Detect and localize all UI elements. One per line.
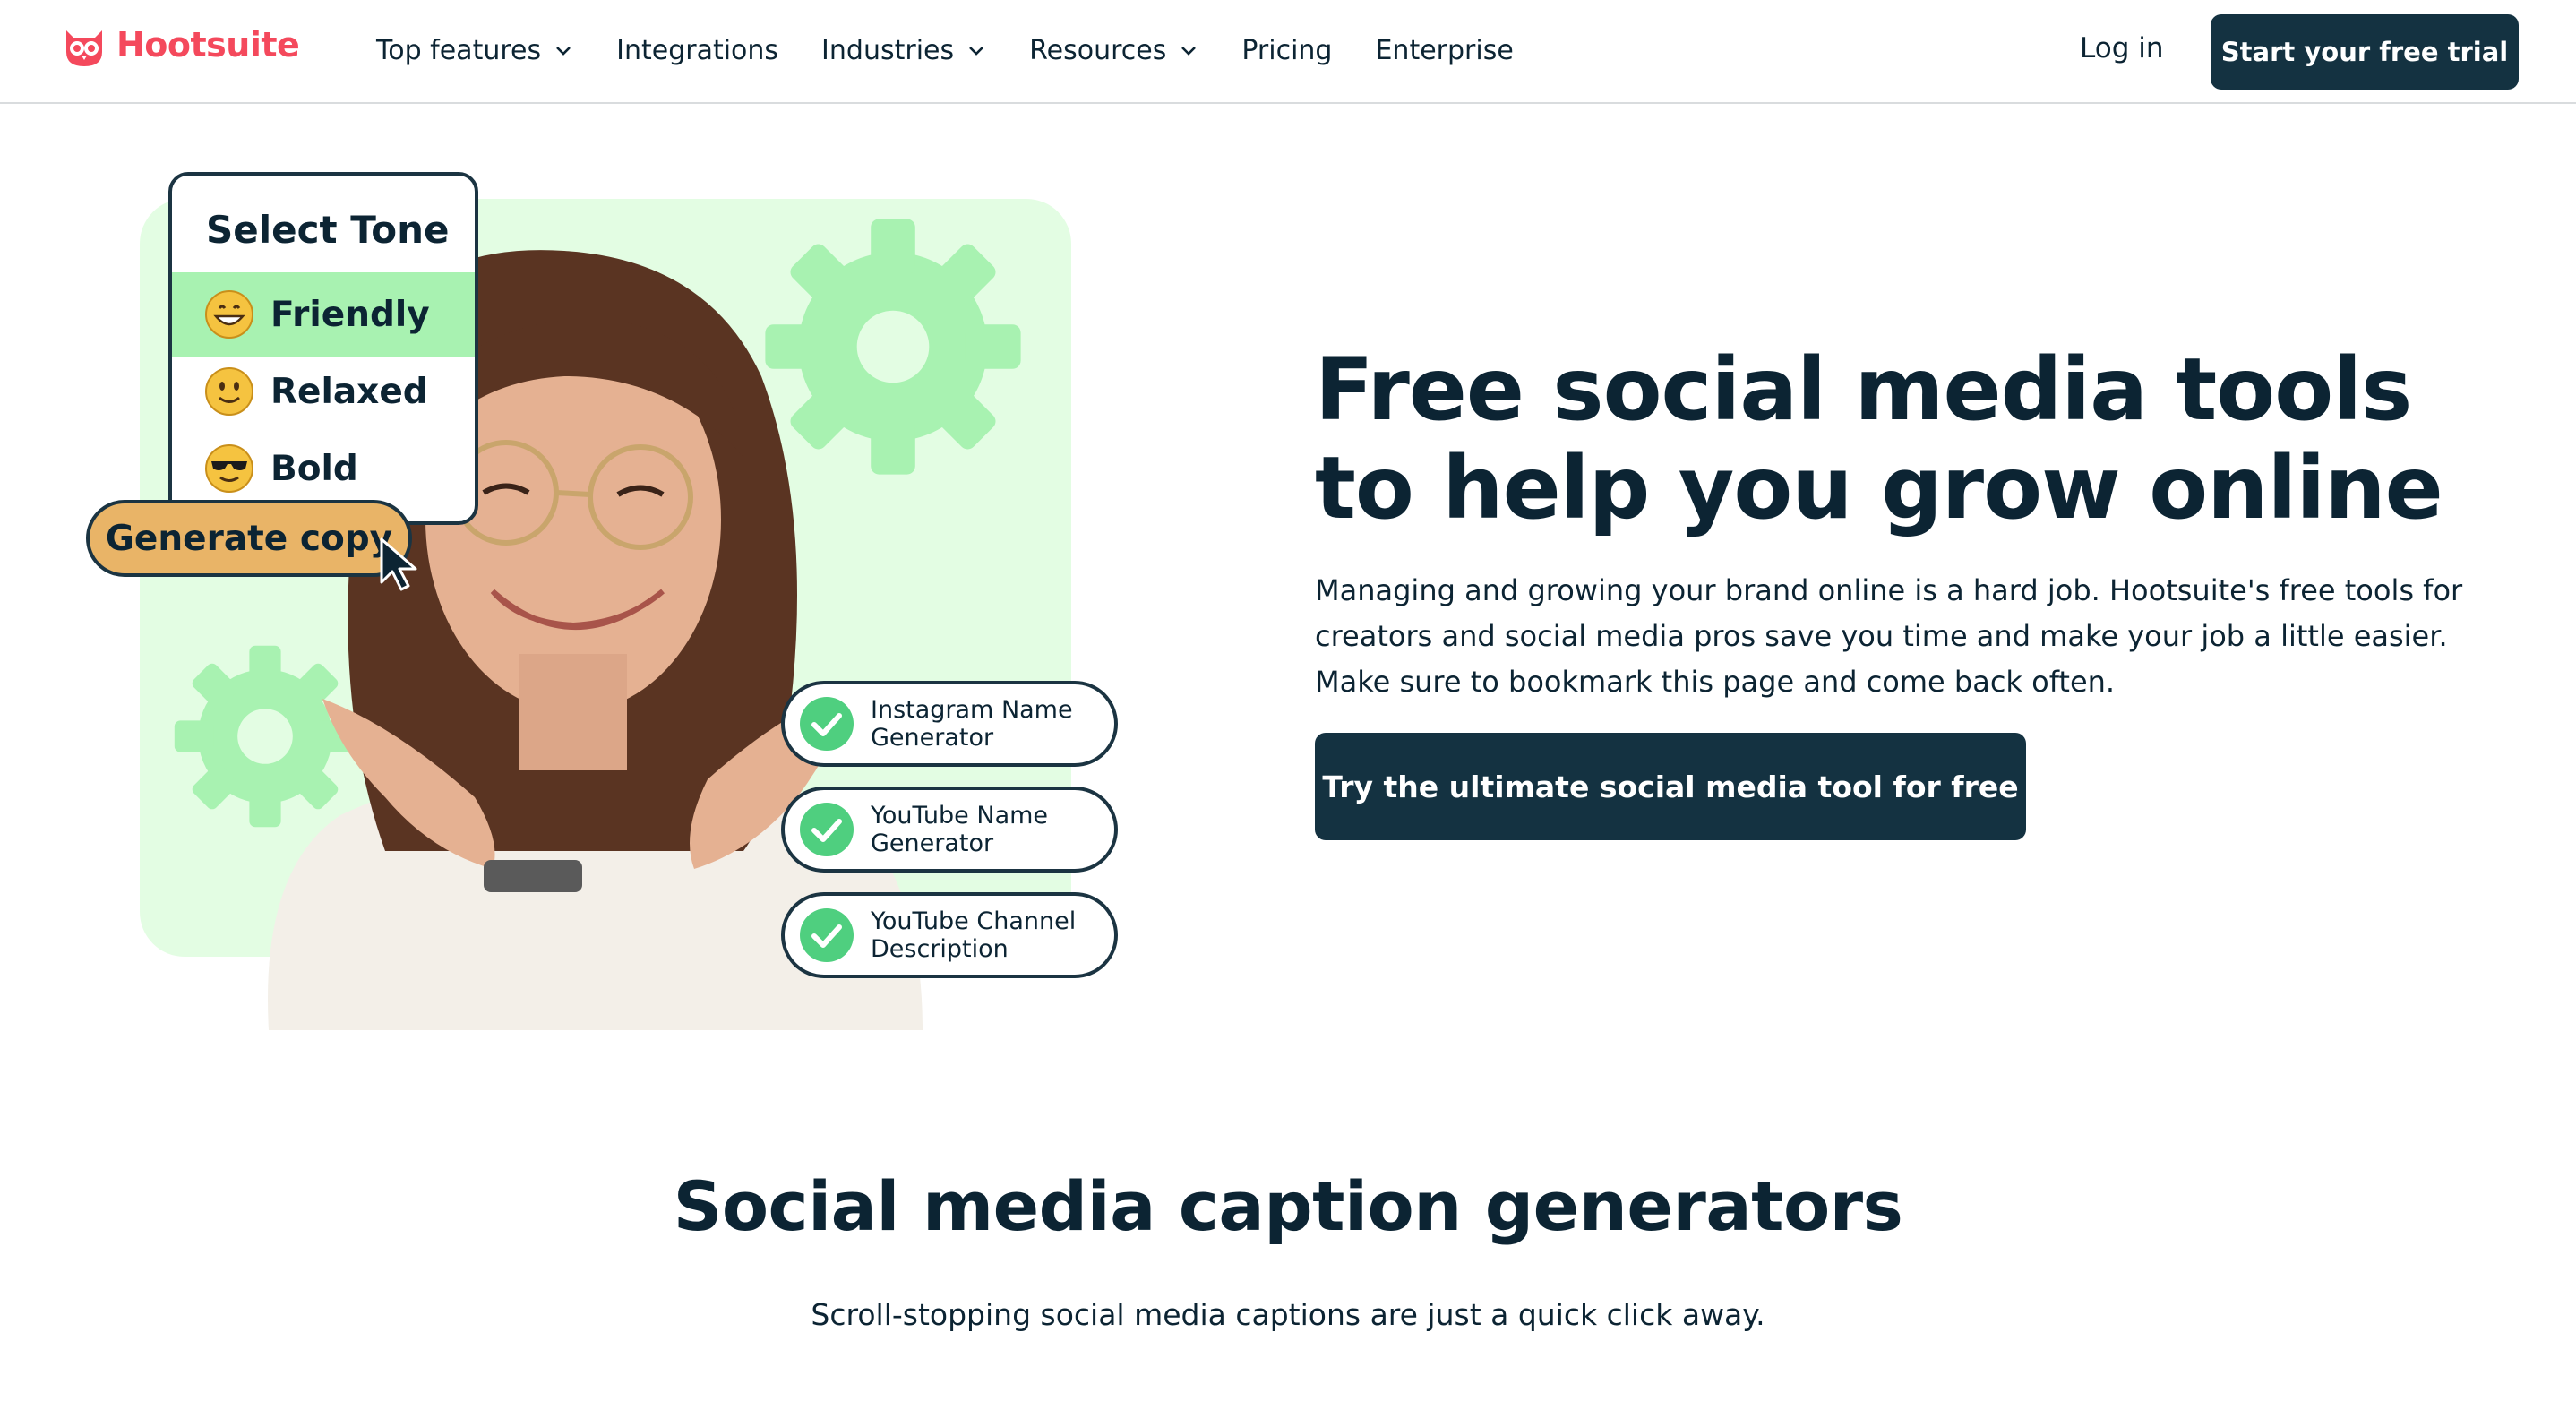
hootsuite-logo[interactable]: Hootsuite [59,20,300,70]
tone-option-relaxed[interactable]: Relaxed [172,349,475,434]
start-free-trial-button[interactable]: Start your free trial [2211,14,2519,90]
main-nav: Top features Integrations Industries Res… [376,0,1514,100]
tool-pill-label: YouTube Name Generator [871,802,1049,857]
select-tone-card: Select Tone Friendly Relaxed Bold [168,172,478,525]
nav-label: Pricing [1241,34,1333,66]
nav-label: Enterprise [1375,34,1514,66]
hero-title: Free social media tools to help you grow… [1315,340,2443,538]
nav-pricing[interactable]: Pricing [1241,35,1332,66]
hero-illustration: Select Tone Friendly Relaxed Bold Genera… [81,167,1129,1036]
tool-pill-label: YouTube Channel Description [871,907,1077,963]
chevron-down-icon [969,47,984,56]
check-circle-icon [800,697,854,751]
mouse-pointer-icon [380,537,417,591]
try-free-cta-button[interactable]: Try the ultimate social media tool for f… [1315,733,2026,840]
check-circle-icon [800,908,854,962]
hero-description: Managing and growing your brand online i… [1315,573,2463,699]
site-header: Hootsuite Top features Integrations Indu… [0,0,2576,104]
nav-resources[interactable]: Resources [1029,35,1198,66]
sunglasses-face-icon [205,444,253,493]
tone-option-friendly[interactable]: Friendly [172,272,475,357]
login-link[interactable]: Log in [2080,32,2163,64]
nav-label: Industries [821,34,955,66]
slightly-smiling-face-icon [205,367,253,416]
section-title: Social media caption generators [673,1166,1903,1246]
tone-option-bold[interactable]: Bold [172,426,475,511]
tool-pill-youtube-name-generator[interactable]: YouTube Name Generator [781,787,1118,873]
nav-label: Top features [376,34,542,66]
nav-integrations[interactable]: Integrations [616,35,778,66]
chevron-down-icon [556,47,571,56]
tone-option-label: Friendly [270,294,430,335]
generate-copy-button[interactable]: Generate copy [86,500,412,577]
tone-option-label: Relaxed [270,371,428,412]
nav-top-features[interactable]: Top features [376,35,573,66]
nav-enterprise[interactable]: Enterprise [1375,35,1513,66]
nav-label: Resources [1029,34,1167,66]
tool-pill-youtube-channel-description[interactable]: YouTube Channel Description [781,892,1118,978]
grinning-face-icon [205,290,253,339]
tone-option-label: Bold [270,448,358,489]
nav-industries[interactable]: Industries [821,35,986,66]
nav-label: Integrations [616,34,779,66]
tool-pill-label: Instagram Name Generator [871,696,1073,752]
check-circle-icon [800,803,854,856]
tone-card-title: Select Tone [206,208,450,252]
chevron-down-icon [1181,47,1197,56]
section-subtitle: Scroll-stopping social media captions ar… [811,1297,1765,1332]
tool-pill-instagram-name-generator[interactable]: Instagram Name Generator [781,681,1118,767]
logo-wordmark: Hootsuite [116,25,300,64]
owl-logo-icon [66,30,102,66]
